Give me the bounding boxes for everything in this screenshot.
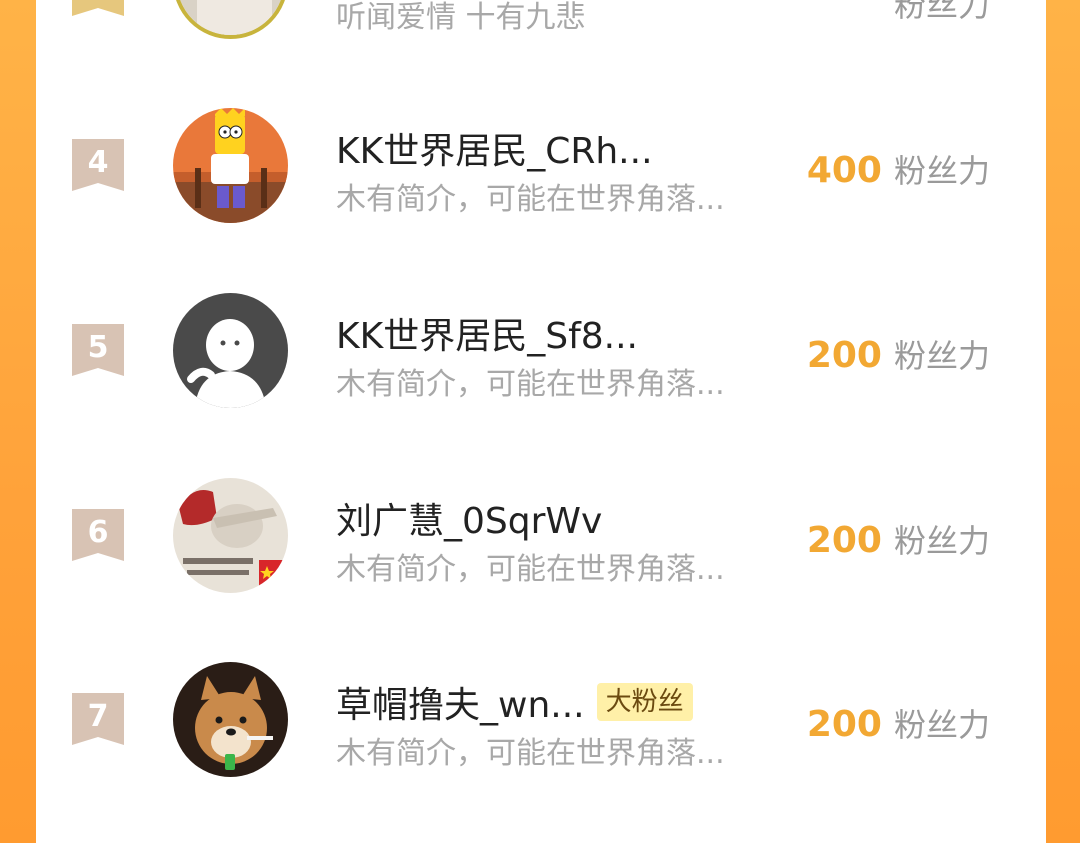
default-avatar-icon[interactable]	[173, 293, 288, 408]
fan-ranking-list: 听闻爱情 十有九悲 粉丝力 4 KK世界居民_CRh... 木有简介，可能在世界…	[36, 0, 1046, 843]
dog-avatar-icon[interactable]	[173, 662, 288, 777]
fan-power-unit: 粉丝力	[893, 152, 990, 190]
user-bio: 木有简介，可能在世界角落...	[336, 182, 725, 217]
rank-number: 4	[87, 145, 109, 180]
cartoon-avatar-icon[interactable]	[173, 108, 288, 223]
ranking-row[interactable]: 4 KK世界居民_CRh... 木有简介，可能在世界角落... 400 粉丝力	[36, 106, 1046, 226]
user-bio: 木有简介，可能在世界角落...	[336, 736, 725, 771]
user-bio: 听闻爱情 十有九悲	[336, 0, 586, 35]
user-bio: 木有简介，可能在世界角落...	[336, 552, 725, 587]
fan-power-unit: 粉丝力	[893, 706, 990, 744]
rank-tag: 5	[72, 324, 124, 376]
ranking-row[interactable]: 6 刘广慧_0SqrWv 木有简介，可能在世界角落... 200 粉丝力	[36, 476, 1046, 596]
user-bio: 木有简介，可能在世界角落...	[336, 367, 725, 402]
user-name[interactable]: KK世界居民_CRh...	[336, 122, 653, 174]
rank-tag: 4	[72, 139, 124, 191]
fan-power-score: 400 粉丝力	[807, 146, 990, 192]
ranking-row[interactable]: 5 KK世界居民_Sf8... 木有简介，可能在世界角落... 200 粉丝力	[36, 291, 1046, 411]
fan-power-value: 200	[806, 335, 882, 376]
fan-power-value: 400	[806, 150, 882, 191]
user-name[interactable]: KK世界居民_Sf8...	[336, 307, 638, 359]
fan-power-value: 200	[806, 704, 882, 745]
user-avatar[interactable]	[173, 0, 288, 39]
right-orange-border	[1046, 0, 1080, 843]
ranking-row[interactable]: 7 草帽撸夫_wn... 大粉丝 木有简介，可能在世界角落... 200 粉丝力	[36, 660, 1046, 780]
meme-avatar-icon[interactable]	[173, 478, 288, 593]
fan-power-score: 200 粉丝力	[807, 331, 990, 377]
rank-number: 7	[87, 699, 109, 734]
rank-tag	[72, 0, 124, 16]
rank-tag: 6	[72, 509, 124, 561]
fan-power-score: 200 粉丝力	[807, 516, 990, 562]
user-name[interactable]: 刘广慧_0SqrWv	[336, 492, 602, 544]
fan-power-unit: 粉丝力	[893, 522, 990, 560]
fan-power-unit: 粉丝力	[893, 0, 990, 24]
user-name[interactable]: 草帽撸夫_wn...	[336, 676, 585, 728]
ranking-row-partial[interactable]: 听闻爱情 十有九悲 粉丝力	[36, 0, 1046, 40]
rank-number: 5	[87, 330, 109, 365]
rank-number: 6	[87, 515, 109, 550]
big-fan-badge: 大粉丝	[596, 683, 693, 721]
fan-power-score: 粉丝力	[882, 0, 990, 26]
fan-power-unit: 粉丝力	[893, 337, 990, 375]
fan-power-value: 200	[806, 520, 882, 561]
fan-power-score: 200 粉丝力	[807, 700, 990, 746]
left-orange-border	[0, 0, 36, 843]
rank-tag: 7	[72, 693, 124, 745]
